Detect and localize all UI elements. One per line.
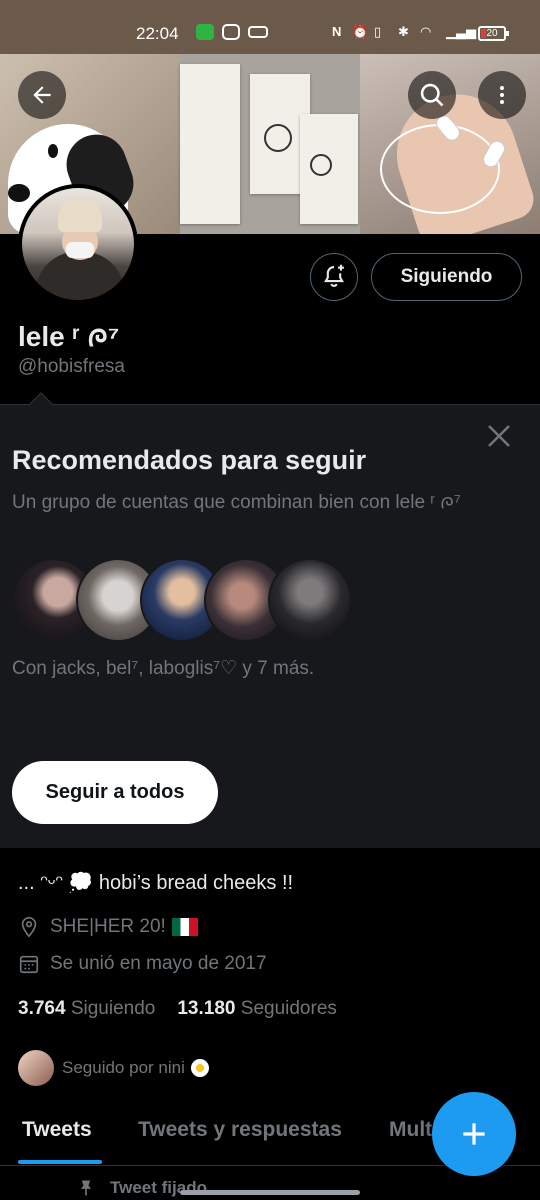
following-label: Siguiendo	[70, 998, 156, 1019]
followers-link[interactable]: 13.180 Seguidores	[177, 998, 337, 1019]
tab-tweets[interactable]: Tweets	[22, 1118, 92, 1142]
nfc-icon: N	[332, 24, 342, 39]
arrow-left-icon	[33, 86, 51, 104]
plus-icon	[463, 1123, 485, 1145]
profile-stats: 3.764 Siguiendo 13.180 Seguidores	[18, 998, 337, 1020]
following-button[interactable]: Siguiendo	[371, 253, 522, 301]
followers-label: Seguidores	[240, 998, 337, 1019]
following-count: 3.764	[18, 998, 66, 1019]
avatar-mask	[66, 242, 94, 258]
profile-avatar[interactable]	[18, 184, 138, 304]
pinned-text: Tweet fijado	[110, 1178, 207, 1197]
sketch-snoopy	[264, 124, 292, 152]
instagram-icon	[222, 24, 240, 40]
flower-icon	[190, 1059, 209, 1077]
profile-location-row: SHE|HER 20!	[18, 916, 198, 938]
follower-avatar	[18, 1050, 54, 1086]
recommended-avatars	[12, 558, 352, 642]
active-tab-indicator	[18, 1160, 102, 1164]
close-icon[interactable]	[484, 421, 514, 451]
compose-tweet-button[interactable]	[432, 1092, 516, 1176]
signal-icon: ▁▃▅	[446, 24, 476, 39]
recommendation-followers-text: Con jacks, bel⁷, laboglis⁷♡ y 7 más.	[12, 658, 315, 679]
mexico-flag-icon	[171, 918, 198, 936]
recommended-avatar[interactable]	[268, 558, 352, 642]
vibrate-icon: ▯	[374, 24, 382, 39]
followers-count: 13.180	[177, 998, 236, 1019]
status-bar: 22:04 N ⏰ ▯ ✱ ◠ ▁▃▅ 20	[0, 0, 540, 54]
recommendation-description: Un grupo de cuentas que combinan bien co…	[12, 492, 461, 513]
profile-name: lele ʳ ᰍ⁷	[18, 321, 120, 352]
profile-joined-date: Se unió en mayo de 2017	[50, 953, 267, 974]
followed-by-text: Seguido por nini	[62, 1058, 185, 1077]
home-indicator[interactable]	[180, 1190, 360, 1195]
back-button[interactable]	[18, 71, 66, 119]
avatar-hat	[58, 198, 102, 232]
alarm-icon: ⏰	[352, 24, 369, 39]
location-pin-icon	[21, 917, 37, 938]
profile-bio: ... ᵔᵕᵔ 💭 hobi’s bread cheeks !!	[18, 872, 294, 894]
profile-handle: @hobisfresa	[18, 356, 125, 377]
paper-note	[180, 64, 240, 224]
pinned-tweet-label: Tweet fijado	[76, 1178, 207, 1198]
recommendation-card: Recomendados para seguir Un grupo de cue…	[0, 392, 540, 848]
card-notch	[28, 392, 54, 418]
avatar-photo	[22, 188, 134, 300]
app-notification-icon-2	[248, 26, 268, 38]
bluetooth-icon: ✱	[398, 24, 409, 39]
follow-all-button[interactable]: Seguir a todos	[12, 761, 218, 824]
following-link[interactable]: 3.764 Siguiendo	[18, 998, 155, 1019]
profile-location: SHE|HER 20!	[50, 916, 166, 937]
app-notification-icon	[196, 24, 214, 40]
earphone-cable	[380, 124, 500, 214]
followed-by-row[interactable]: Seguido por nini	[18, 1050, 209, 1086]
tab-tweets-replies[interactable]: Tweets y respuestas	[138, 1118, 342, 1142]
recommendation-title: Recomendados para seguir	[12, 445, 367, 475]
wifi-icon: ◠	[420, 24, 432, 39]
calendar-icon	[19, 955, 39, 974]
battery-level: 20	[486, 28, 498, 39]
bell-plus-icon	[324, 264, 344, 287]
battery-icon: 20	[478, 26, 509, 41]
notifications-bell-button[interactable]	[310, 253, 358, 301]
more-options-button[interactable]	[478, 71, 526, 119]
sketch-figure	[310, 154, 332, 176]
dog-eye	[48, 144, 58, 158]
search-button[interactable]	[408, 71, 456, 119]
profile-joined-row: Se unió en mayo de 2017	[18, 953, 267, 975]
pin-icon	[81, 1180, 91, 1196]
more-vertical-icon	[500, 86, 504, 104]
status-time: 22:04	[136, 24, 179, 43]
dog-nose	[8, 184, 30, 202]
search-icon	[420, 83, 444, 107]
banner-panel-middle	[180, 54, 360, 234]
